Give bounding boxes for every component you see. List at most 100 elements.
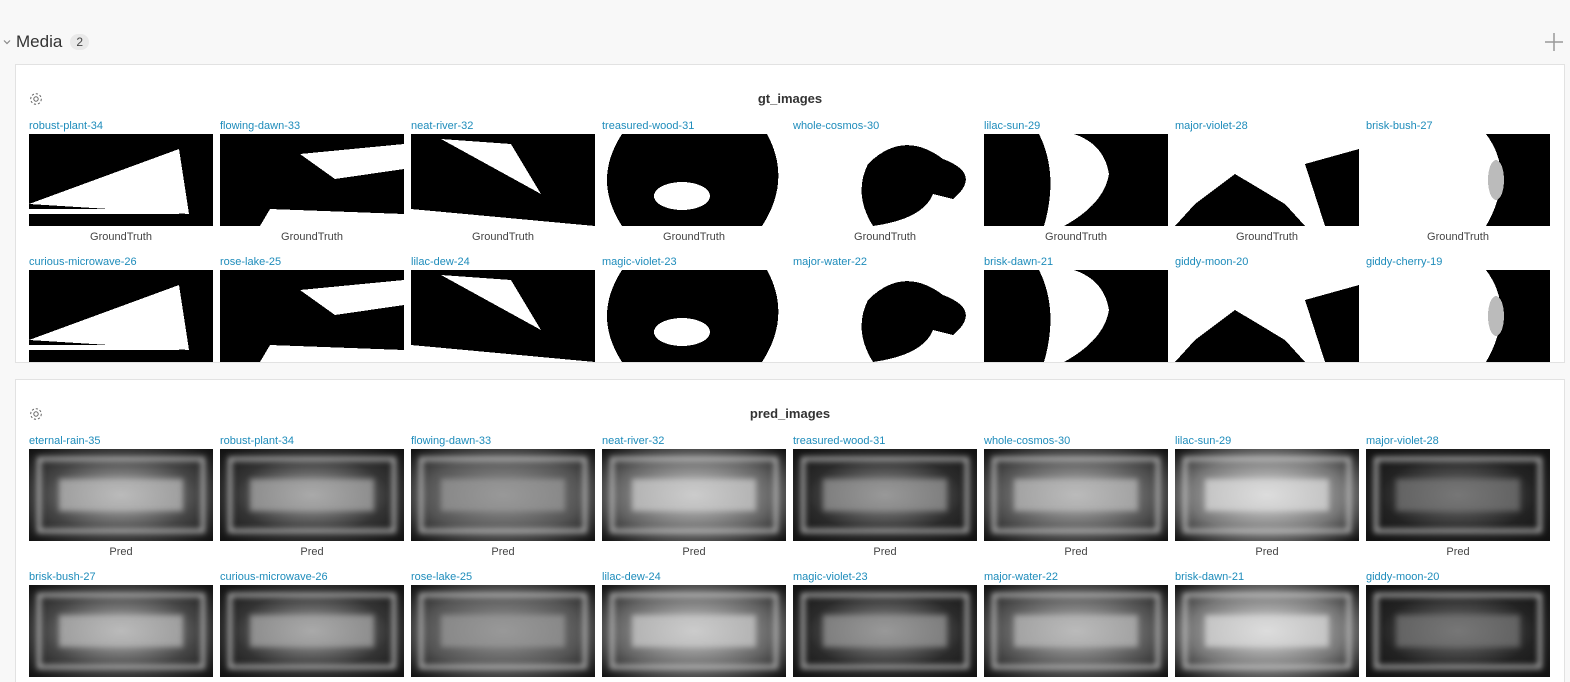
media-cell: major-violet-28 Pred	[1366, 434, 1550, 570]
run-name-link[interactable]: magic-violet-23	[602, 255, 786, 269]
run-name-link[interactable]: neat-river-32	[602, 434, 786, 448]
run-name-link[interactable]: major-violet-28	[1175, 119, 1359, 133]
media-row: brisk-bush-27 curious-microwave-26 rose-la…	[29, 570, 1553, 682]
media-image[interactable]	[220, 134, 404, 226]
run-name-link[interactable]: magic-violet-23	[793, 570, 977, 584]
media-image[interactable]	[220, 585, 404, 677]
media-image[interactable]	[29, 134, 213, 226]
image-caption: GroundTruth	[663, 231, 725, 243]
media-image[interactable]	[411, 449, 595, 541]
image-caption: Pred	[1255, 546, 1279, 558]
image-caption: Pred	[1446, 546, 1470, 558]
media-row: robust-plant-34 GroundTruth flowing-dawn-3…	[29, 119, 1553, 255]
image-caption: GroundTruth	[1045, 231, 1107, 243]
media-section-header[interactable]: Media 2	[0, 28, 89, 56]
run-name-link[interactable]: giddy-cherry-19	[1366, 255, 1550, 269]
media-image[interactable]	[602, 449, 786, 541]
media-image[interactable]	[602, 585, 786, 677]
run-name-link[interactable]: major-violet-28	[1366, 434, 1550, 448]
media-image[interactable]	[984, 449, 1168, 541]
run-name-link[interactable]: major-water-22	[793, 255, 977, 269]
pred-images-panel: pred_images eternal-rain-35 Pred robust-pl…	[15, 379, 1565, 682]
run-name-link[interactable]: treasured-wood-31	[793, 434, 977, 448]
media-cell: rose-lake-25	[411, 570, 595, 682]
run-name-link[interactable]: lilac-dew-24	[411, 255, 595, 269]
run-name-link[interactable]: whole-cosmos-30	[793, 119, 977, 133]
media-cell: lilac-dew-24	[602, 570, 786, 682]
media-cell: neat-river-32 GroundTruth	[411, 119, 595, 255]
run-name-link[interactable]: flowing-dawn-33	[220, 119, 404, 133]
run-name-link[interactable]: giddy-moon-20	[1366, 570, 1550, 584]
media-image[interactable]	[1175, 134, 1359, 226]
media-image[interactable]	[411, 585, 595, 677]
media-image[interactable]	[1366, 270, 1550, 362]
media-image[interactable]	[1175, 585, 1359, 677]
media-cell: major-violet-28 GroundTruth	[1175, 119, 1359, 255]
media-row: curious-microwave-26 rose-lake-25 lilac-de…	[29, 255, 1553, 362]
media-image[interactable]	[984, 134, 1168, 226]
media-image[interactable]	[793, 270, 977, 362]
image-caption: Pred	[1064, 546, 1088, 558]
media-cell: neat-river-32 Pred	[602, 434, 786, 570]
media-image[interactable]	[984, 585, 1168, 677]
panel-title: pred_images	[749, 406, 831, 421]
run-name-link[interactable]: curious-microwave-26	[29, 255, 213, 269]
run-name-link[interactable]: robust-plant-34	[220, 434, 404, 448]
run-name-link[interactable]: rose-lake-25	[220, 255, 404, 269]
media-cell: lilac-sun-29 Pred	[1175, 434, 1359, 570]
media-row: eternal-rain-35 Pred robust-plant-34 Pred fl…	[29, 434, 1553, 570]
run-name-link[interactable]: brisk-dawn-21	[1175, 570, 1359, 584]
run-name-link[interactable]: robust-plant-34	[29, 119, 213, 133]
media-cell: giddy-moon-20	[1175, 255, 1359, 362]
media-image[interactable]	[1366, 449, 1550, 541]
run-name-link[interactable]: brisk-bush-27	[29, 570, 213, 584]
run-name-link[interactable]: whole-cosmos-30	[984, 434, 1168, 448]
run-name-link[interactable]: giddy-moon-20	[1175, 255, 1359, 269]
run-name-link[interactable]: brisk-bush-27	[1366, 119, 1550, 133]
media-cell: curious-microwave-26	[220, 570, 404, 682]
media-image[interactable]	[1175, 270, 1359, 362]
chevron-down-icon[interactable]	[0, 35, 14, 49]
media-image[interactable]	[29, 270, 213, 362]
image-caption: Pred	[682, 546, 706, 558]
media-cell: major-water-22	[984, 570, 1168, 682]
add-panel-button[interactable]	[1542, 30, 1566, 54]
run-name-link[interactable]: treasured-wood-31	[602, 119, 786, 133]
run-name-link[interactable]: lilac-dew-24	[602, 570, 786, 584]
run-name-link[interactable]: eternal-rain-35	[29, 434, 213, 448]
media-cell: lilac-dew-24	[411, 255, 595, 362]
media-image[interactable]	[793, 449, 977, 541]
media-image[interactable]	[1366, 134, 1550, 226]
run-name-link[interactable]: lilac-sun-29	[984, 119, 1168, 133]
run-name-link[interactable]: flowing-dawn-33	[411, 434, 595, 448]
media-cell: magic-violet-23	[602, 255, 786, 362]
media-image[interactable]	[411, 134, 595, 226]
media-image[interactable]	[220, 270, 404, 362]
run-name-link[interactable]: neat-river-32	[411, 119, 595, 133]
image-caption: GroundTruth	[281, 231, 343, 243]
run-name-link[interactable]: brisk-dawn-21	[984, 255, 1168, 269]
media-image[interactable]	[793, 134, 977, 226]
run-name-link[interactable]: major-water-22	[984, 570, 1168, 584]
run-name-link[interactable]: rose-lake-25	[411, 570, 595, 584]
media-cell: eternal-rain-35 Pred	[29, 434, 213, 570]
media-image[interactable]	[1366, 585, 1550, 677]
media-cell: curious-microwave-26	[29, 255, 213, 362]
image-caption: Pred	[873, 546, 897, 558]
media-image[interactable]	[602, 134, 786, 226]
media-image[interactable]	[29, 449, 213, 541]
media-image[interactable]	[793, 585, 977, 677]
panel-count-badge: 2	[70, 34, 89, 50]
media-cell: brisk-bush-27 GroundTruth	[1366, 119, 1550, 255]
media-image[interactable]	[411, 270, 595, 362]
media-cell: magic-violet-23	[793, 570, 977, 682]
media-image[interactable]	[602, 270, 786, 362]
run-name-link[interactable]: curious-microwave-26	[220, 570, 404, 584]
media-image[interactable]	[29, 585, 213, 677]
run-name-link[interactable]: lilac-sun-29	[1175, 434, 1359, 448]
media-image[interactable]	[220, 449, 404, 541]
media-image[interactable]	[1175, 449, 1359, 541]
media-grid: eternal-rain-35 Pred robust-plant-34 Pred fl…	[29, 434, 1553, 682]
media-image[interactable]	[984, 270, 1168, 362]
media-cell: treasured-wood-31 Pred	[793, 434, 977, 570]
